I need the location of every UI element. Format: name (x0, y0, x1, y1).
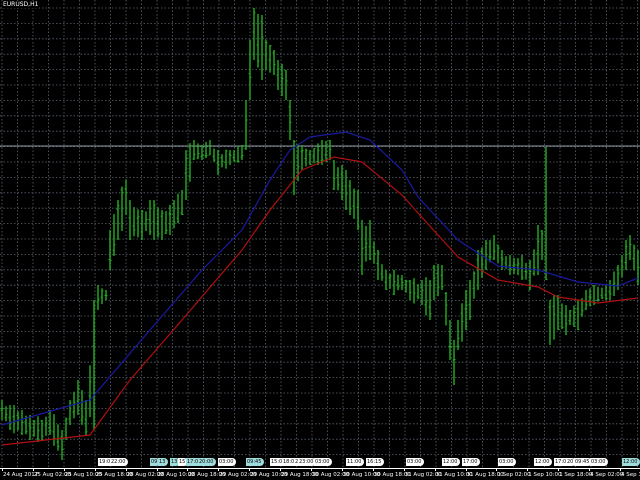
calendar-event-marker[interactable]: 03:00 (218, 458, 237, 466)
time-tick-label: 1 Sep 02:00 (497, 472, 531, 478)
calendar-event-marker[interactable]: 12:00 (534, 458, 553, 466)
calendar-event-marker[interactable]: 20:00 (198, 458, 217, 466)
time-tick-mark (249, 468, 251, 471)
time-tick-mark (63, 468, 65, 471)
calendar-event-marker[interactable]: 17:00 (462, 458, 481, 466)
time-tick-mark (218, 468, 220, 471)
time-tick-label: 1 Sep 10:00 (528, 472, 562, 478)
time-tick-mark (527, 468, 529, 471)
time-tick-mark (125, 468, 127, 471)
calendar-event-marker[interactable]: 03:00 (498, 458, 517, 466)
calendar-event-marker[interactable]: 11:00 (346, 458, 365, 466)
ma-slow-line (1, 131, 639, 426)
price-chart[interactable]: EURUSD,H1 19:00 22:00 09 13 13 15 17:00 20:00 03… (0, 0, 640, 480)
time-tick-mark (465, 468, 467, 471)
time-tick-mark (280, 468, 282, 471)
calendar-event-marker[interactable]: 13 (158, 458, 169, 466)
time-tick-mark (403, 468, 405, 471)
calendar-event-markers: 19:00 22:00 09 13 13 15 17:00 20:00 03:00 09:45 15… (0, 458, 640, 468)
chart-symbol-title: EURUSD,H1 (2, 1, 40, 8)
calendar-event-marker[interactable]: 03:00 (590, 458, 609, 466)
time-tick-label: 4 Sep 02:00 (590, 472, 624, 478)
time-tick-mark (496, 468, 498, 471)
time-axis: 24 Aug 2017 25 Aug 02:00 25 Aug 10:00 25 Au… (0, 468, 640, 480)
calendar-event-marker[interactable]: 12:00 (622, 458, 640, 466)
time-tick-label: 4 Sep 10:00 (621, 472, 640, 478)
time-tick-mark (2, 468, 3, 471)
time-tick-mark (187, 468, 189, 471)
time-tick-mark (341, 468, 343, 471)
time-tick-mark (94, 468, 96, 471)
calendar-event-marker[interactable]: 22:00 (110, 458, 129, 466)
time-tick-mark (32, 468, 34, 471)
calendar-event-marker[interactable]: 03:00 (406, 458, 425, 466)
time-tick-mark (156, 468, 158, 471)
calendar-event-marker[interactable]: 09:45 (246, 458, 265, 466)
calendar-event-marker[interactable]: 03:00 (314, 458, 333, 466)
calendar-event-marker[interactable]: 16:15 (366, 458, 385, 466)
time-tick-label: 1 Sep 18:00 (559, 472, 593, 478)
calendar-event-marker[interactable]: 12:00 (442, 458, 461, 466)
time-tick-mark (311, 468, 312, 471)
time-tick-mark (620, 468, 621, 471)
time-tick-mark (589, 468, 591, 471)
time-tick-mark (372, 468, 374, 471)
time-tick-mark (558, 468, 560, 471)
chart-plot-area[interactable] (0, 0, 640, 468)
time-tick-mark (434, 468, 436, 471)
